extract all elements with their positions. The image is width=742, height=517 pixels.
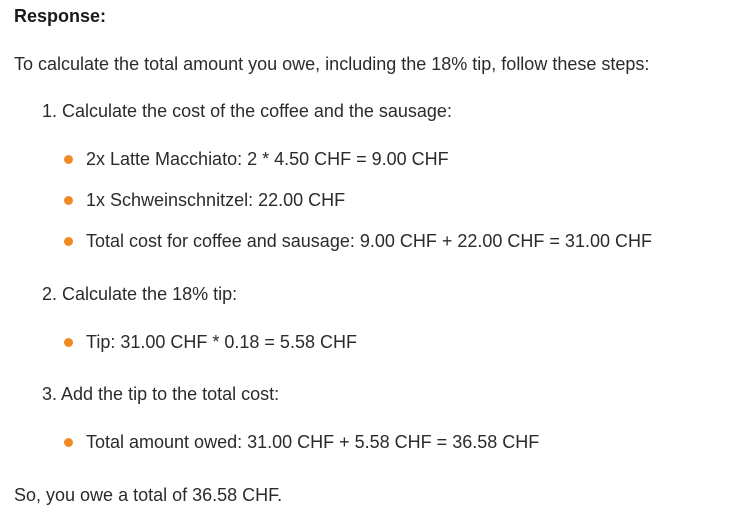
step-3-label: 3. Add the tip to the total cost: [42, 384, 280, 404]
bullet-dot-icon [64, 196, 73, 205]
bullet-dot-icon [64, 155, 73, 164]
list-item-text: 1x Schweinschnitzel: 22.00 CHF [86, 190, 346, 210]
bullet-dot-icon [64, 237, 73, 246]
list-item: Tip: 31.00 CHF * 0.18 = 5.58 CHF [64, 332, 357, 353]
list-item: Total cost for coffee and sausage: 9.00 … [64, 231, 652, 252]
response-heading: Response: [14, 6, 107, 26]
step-2-label: 2. Calculate the 18% tip: [42, 284, 238, 304]
list-item: Total amount owed: 31.00 CHF + 5.58 CHF … [64, 432, 539, 453]
bullet-dot-icon [64, 338, 73, 347]
step-1-label: 1. Calculate the cost of the coffee and … [42, 101, 452, 121]
list-item: 1x Schweinschnitzel: 22.00 CHF [64, 190, 345, 211]
intro-text: To calculate the total amount you owe, i… [14, 54, 650, 74]
list-item: 2x Latte Macchiato: 2 * 4.50 CHF = 9.00 … [64, 149, 449, 170]
list-item-text: 2x Latte Macchiato: 2 * 4.50 CHF = 9.00 … [86, 149, 449, 169]
conclusion-text: So, you owe a total of 36.58 CHF. [14, 485, 283, 505]
bullet-dot-icon [64, 438, 73, 447]
list-item-text: Total amount owed: 31.00 CHF + 5.58 CHF … [86, 432, 540, 452]
list-item-text: Tip: 31.00 CHF * 0.18 = 5.58 CHF [86, 332, 357, 352]
list-item-text: Total cost for coffee and sausage: 9.00 … [86, 231, 652, 251]
